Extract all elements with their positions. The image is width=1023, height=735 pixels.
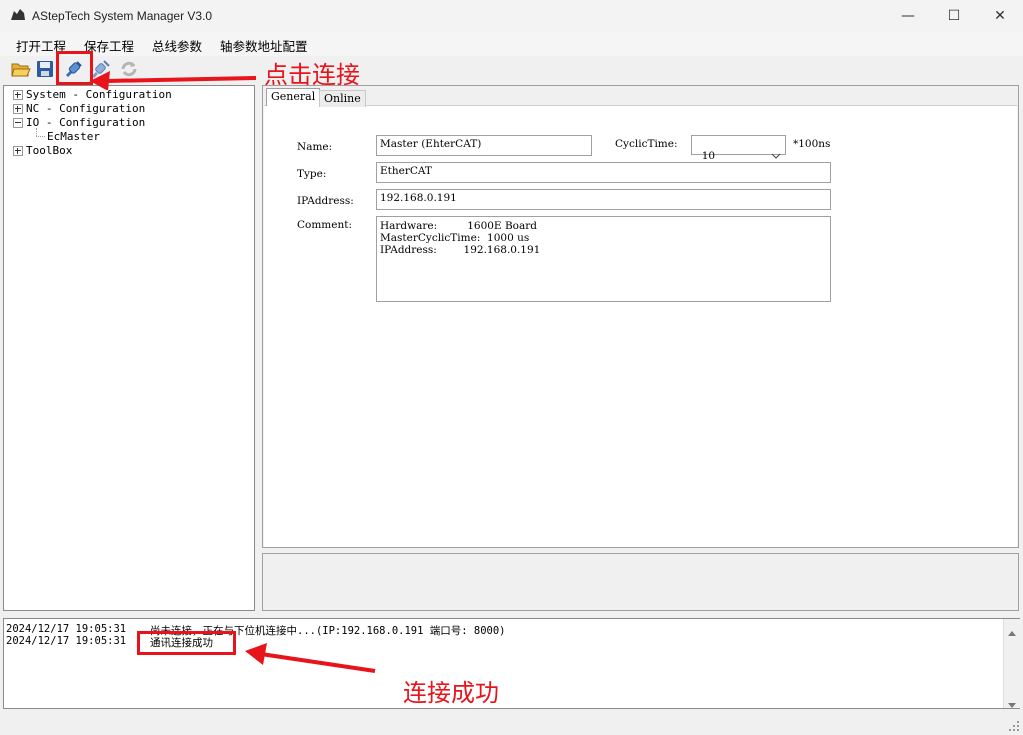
type-label: Type:: [297, 168, 327, 180]
app-logo-icon: [10, 8, 26, 22]
tab-online[interactable]: Online: [319, 90, 366, 107]
tab-general[interactable]: General: [266, 88, 321, 106]
maximize-button[interactable]: ☐: [931, 0, 977, 32]
tree-item-nc[interactable]: NC - Configuration: [13, 102, 145, 115]
arrow-to-connect-icon: [90, 71, 257, 90]
cyclic-time-unit: *100ns: [793, 138, 831, 150]
collapse-icon[interactable]: [13, 118, 23, 128]
success-highlight-box: [137, 631, 236, 655]
minimize-button[interactable]: —: [885, 0, 931, 32]
cyclic-time-select[interactable]: 10: [691, 135, 786, 162]
maximize-icon: ☐: [947, 8, 961, 24]
lower-right-panel: [262, 553, 1019, 611]
expand-icon[interactable]: [13, 90, 23, 100]
comment-label: Comment:: [297, 219, 353, 231]
minimize-icon: —: [901, 8, 915, 24]
scroll-up-icon[interactable]: [1008, 625, 1016, 639]
open-folder-button[interactable]: [10, 58, 32, 80]
type-field[interactable]: EtherCAT: [376, 162, 831, 183]
log-time: 2024/12/17 19:05:31: [6, 635, 127, 647]
arrow-to-success-icon: [245, 643, 376, 673]
close-button[interactable]: ✕: [977, 0, 1023, 32]
scroll-down-icon[interactable]: [1008, 697, 1016, 711]
window-title: AStepTech System Manager V3.0: [32, 9, 213, 23]
expand-icon[interactable]: [13, 104, 23, 114]
log-time: 2024/12/17 19:05:31: [6, 623, 127, 635]
ip-address-field[interactable]: 192.168.0.191: [376, 189, 831, 210]
tree-connector: [36, 128, 38, 136]
ip-address-label: IPAddress:: [297, 195, 354, 207]
name-label: Name:: [297, 141, 333, 153]
tree-item-ecmaster[interactable]: EcMaster: [47, 130, 100, 143]
resize-grip-icon[interactable]: [1008, 720, 1020, 735]
click-connect-annotation: 点击连接: [264, 61, 360, 89]
save-button[interactable]: [34, 58, 56, 80]
expand-icon[interactable]: [13, 146, 23, 156]
tree-connector: [36, 136, 45, 138]
cyclic-time-value: 10: [701, 150, 716, 162]
project-tree[interactable]: [3, 85, 255, 611]
tree-item-io[interactable]: IO - Configuration: [13, 116, 145, 129]
name-field[interactable]: Master (EhterCAT): [376, 135, 592, 156]
connect-success-annotation: 连接成功: [403, 679, 499, 707]
comment-textarea[interactable]: Hardware: 1600E Board MasterCyclicTime: …: [376, 216, 831, 302]
cyclic-time-label: CyclicTime:: [615, 138, 678, 150]
menu-axis-address-config[interactable]: 轴参数地址配置: [220, 36, 308, 55]
close-icon: ✕: [994, 8, 1006, 24]
log-scrollbar[interactable]: [1003, 619, 1020, 708]
save-icon: [37, 61, 53, 77]
status-bar: [0, 713, 1023, 735]
open-folder-icon: [11, 63, 31, 77]
tree-item-toolbox[interactable]: ToolBox: [13, 144, 72, 157]
menu-bus-params[interactable]: 总线参数: [152, 36, 202, 55]
